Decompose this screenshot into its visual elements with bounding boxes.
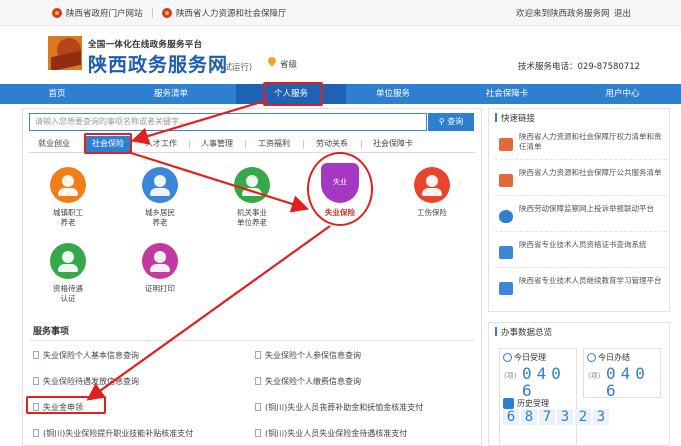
location-switcher[interactable]: 省级	[280, 58, 297, 70]
service-institution-pension[interactable]: 机关事业 单位养老	[217, 167, 287, 228]
highlight-benefit-claim	[26, 396, 106, 414]
national-emblem-icon	[162, 8, 172, 18]
stats-panel: 办事数据总览 今日受理 (项) 0406 今日办结 (项) 0406 历史受理 …	[488, 322, 670, 446]
location-pin-icon	[266, 55, 278, 67]
service-items-title: 服务事项	[33, 327, 70, 337]
printer-icon	[142, 243, 178, 279]
service-item-link[interactable]: (铜川)失业保险提升职业技能补贴核准支付	[33, 428, 193, 439]
nav-unit-service[interactable]: 单位服务	[336, 84, 450, 104]
site-title[interactable]: 陕西政务服务网	[88, 50, 228, 77]
quick-link[interactable]: 陕西劳动保障监察网上投诉举报联动平台	[495, 201, 667, 232]
service-item-link[interactable]: 失业保险个人参保信息查询	[255, 350, 361, 361]
certificate-icon	[50, 243, 86, 279]
tab-divider	[303, 140, 304, 149]
today-accepted-box: 今日受理 (项) 0406	[499, 348, 577, 446]
quick-link[interactable]: 陕西省专业技术人员资格证书查询系统	[495, 237, 667, 268]
document-icon	[33, 377, 39, 385]
tab-divider	[189, 140, 190, 149]
document-icon	[33, 429, 39, 437]
history-digit: 6	[503, 409, 519, 425]
highlight-personal-service	[263, 82, 323, 106]
service-certificate-print[interactable]: 证明打印	[125, 243, 195, 294]
shield-icon	[499, 210, 513, 223]
service-urban-pension[interactable]: 城镇职工 养老	[33, 167, 103, 228]
tab-wages[interactable]: 工资福利	[251, 136, 297, 153]
list-icon	[499, 138, 513, 151]
quick-links-title: 快速链接	[495, 112, 535, 124]
service-resident-pension[interactable]: 城乡居民 养老	[125, 167, 195, 228]
tab-personnel[interactable]: 人事管理	[195, 136, 239, 153]
quick-links-panel: 快速链接 陕西省人力资源和社会保障厅权力清单和责任清单 陕西省人力资源和社会保障…	[488, 108, 670, 312]
search-icon: ⚲	[438, 117, 448, 126]
document-icon	[255, 351, 261, 359]
national-emblem-icon	[52, 8, 62, 18]
stats-title: 办事数据总览	[495, 326, 552, 338]
service-item-link[interactable]: 失业保险个人缴费信息查询	[255, 376, 361, 387]
history-icon	[503, 398, 514, 409]
document-icon	[255, 377, 261, 385]
history-count: 687323	[503, 409, 609, 425]
tab-divider	[245, 140, 246, 149]
tab-social-card[interactable]: 社会保障卡	[367, 136, 419, 153]
main-nav: 首页 服务清单 个人服务 单位服务 社会保障卡 用户中心	[0, 84, 681, 104]
gov-portal-link[interactable]: 陕西省政府门户网站	[52, 7, 143, 19]
divider	[152, 8, 153, 18]
tab-employment[interactable]: 就业创业	[29, 136, 79, 153]
hr-dept-link[interactable]: 陕西省人力资源和社会保障厅	[162, 7, 287, 19]
site-subtitle: 全国一体化在线政务服务平台	[88, 40, 203, 50]
quick-link[interactable]: 陕西省人力资源和社会保障厅公共服务清单	[495, 165, 667, 196]
document-icon	[255, 429, 261, 437]
clock-icon	[503, 353, 512, 362]
trial-label: (试运行)	[220, 63, 253, 73]
highlight-social-insurance-tab	[84, 133, 132, 154]
search-button[interactable]: ⚲ 查询	[428, 113, 474, 131]
quick-link[interactable]: 陕西省专业技术人员继续教育学习管理平台	[495, 273, 667, 304]
list-icon	[499, 174, 513, 187]
top-bar: 陕西省政府门户网站 陕西省人力资源和社会保障厅 欢迎来到陕西政务服务网 退出	[0, 0, 681, 26]
divider	[29, 340, 475, 341]
service-item-link[interactable]: (铜川)失业人员丧葬补助金和抚恤金核准支付	[255, 402, 423, 413]
certificate-icon	[499, 246, 513, 259]
today-completed-box: 今日办结 (项) 0406	[583, 348, 661, 400]
tab-talent[interactable]: 人才工作	[139, 136, 183, 153]
nav-user-center[interactable]: 用户中心	[564, 84, 681, 104]
tab-labor-relations[interactable]: 劳动关系	[309, 136, 355, 153]
history-digit: 3	[593, 409, 609, 425]
nav-service-list[interactable]: 服务清单	[114, 84, 228, 104]
nav-social-security-card[interactable]: 社会保障卡	[450, 84, 564, 104]
history-digit: 2	[575, 409, 591, 425]
logout-link[interactable]: 退出	[614, 7, 631, 19]
resident-icon	[142, 167, 178, 203]
search-input[interactable]: 请输入您想要查询的事项名称或者关键字...	[29, 113, 427, 131]
service-qualification-auth[interactable]: 资格待遇 认证	[33, 243, 103, 304]
history-label: 历史受理	[517, 399, 549, 408]
tab-divider	[361, 140, 362, 149]
welcome-text: 欢迎来到陕西政务服务网	[516, 9, 610, 19]
history-digit: 3	[557, 409, 573, 425]
service-work-injury[interactable]: 工伤保险	[397, 167, 467, 218]
institution-icon	[234, 167, 270, 203]
highlight-unemployment-insurance	[307, 152, 373, 226]
nav-home[interactable]: 首页	[0, 84, 114, 104]
pension-icon	[50, 167, 86, 203]
service-item-link[interactable]: 失业保险个人基本信息查询	[33, 350, 139, 361]
clock-icon	[587, 353, 596, 362]
work-injury-icon	[414, 167, 450, 203]
today-completed-count: 0406	[606, 364, 650, 400]
document-icon	[255, 403, 261, 411]
history-digit: 7	[539, 409, 555, 425]
hotline-text: 技术服务电话：029-87580712	[518, 62, 641, 72]
site-logo[interactable]	[48, 36, 82, 70]
history-digit: 8	[521, 409, 537, 425]
today-accepted-count: 0406	[522, 364, 566, 400]
document-icon	[33, 351, 39, 359]
service-item-link[interactable]: 失业保险待遇发放信息查询	[33, 376, 139, 387]
quick-link[interactable]: 陕西省人力资源和社会保障厅权力清单和责任清单	[495, 129, 667, 160]
service-item-link[interactable]: (铜川)失业人员失业保险金待遇核准支付	[255, 428, 407, 439]
education-icon	[499, 282, 513, 295]
